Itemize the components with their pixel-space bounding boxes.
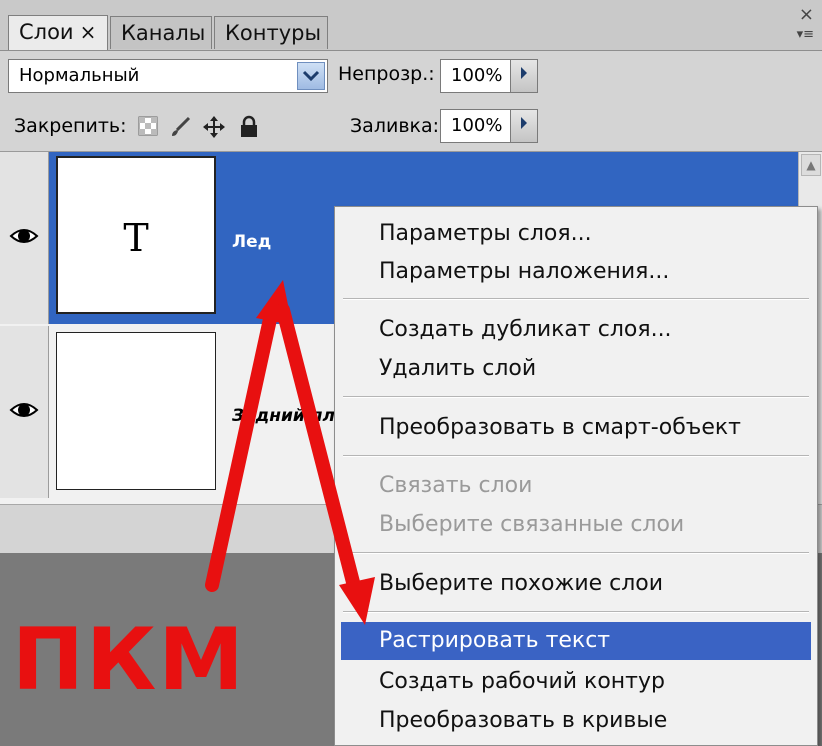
layer-name[interactable]: Задний пл xyxy=(232,406,335,426)
menu-item-layer-properties[interactable]: Параметры слоя... xyxy=(335,215,817,253)
eye-icon xyxy=(9,403,39,417)
panel-close-icon[interactable]: × xyxy=(797,4,814,25)
visibility-toggle[interactable] xyxy=(0,326,49,498)
chevron-down-icon[interactable] xyxy=(297,62,325,90)
menu-item-duplicate-layer[interactable]: Создать дубликат слоя... xyxy=(335,311,817,349)
opacity-label: Непрозр.: xyxy=(338,63,435,85)
fill-label: Заливка: xyxy=(350,115,440,137)
menu-separator xyxy=(343,611,809,613)
panel-menu-icon[interactable]: ▾≡ xyxy=(797,27,814,42)
panel-tab-bar: Слои × Каналы Контуры × ▾≡ xyxy=(0,0,822,51)
tab-paths[interactable]: Контуры xyxy=(214,16,328,49)
annotation-label: ПКМ xyxy=(12,610,246,710)
menu-separator xyxy=(343,552,809,554)
fill-arrow-icon[interactable] xyxy=(510,109,538,143)
layer-thumbnail xyxy=(56,332,216,490)
lock-label: Закрепить: xyxy=(14,115,127,137)
layer-thumbnail: T xyxy=(56,156,216,314)
menu-separator xyxy=(343,396,809,398)
menu-item-create-work-path[interactable]: Создать рабочий контур xyxy=(335,663,817,701)
tab-channels-label: Каналы xyxy=(121,21,206,45)
text-layer-icon: T xyxy=(123,216,149,260)
tab-layers[interactable]: Слои × xyxy=(8,15,108,50)
lock-transparency-icon[interactable] xyxy=(135,115,161,141)
blend-mode-value: Нормальный xyxy=(19,65,140,86)
menu-item-convert-to-shape[interactable]: Преобразовать в кривые xyxy=(335,702,817,740)
move-icon[interactable] xyxy=(201,115,227,141)
eye-icon xyxy=(9,229,39,243)
menu-item-delete-layer[interactable]: Удалить слой xyxy=(335,350,817,388)
tab-close-icon[interactable]: × xyxy=(80,20,97,44)
opacity-input[interactable]: 100% xyxy=(440,59,512,93)
tab-paths-label: Контуры xyxy=(225,21,322,45)
lock-row: Закрепить: Заливка: 100% xyxy=(0,101,822,152)
fill-input[interactable]: 100% xyxy=(440,109,512,143)
menu-item-convert-smart-object[interactable]: Преобразовать в смарт-объект xyxy=(335,409,817,447)
menu-item-blending-options[interactable]: Параметры наложения... xyxy=(335,253,817,291)
menu-separator xyxy=(343,298,809,300)
menu-separator xyxy=(343,455,809,457)
layer-name[interactable]: Лед xyxy=(232,232,271,252)
window-controls: × ▾≡ xyxy=(797,4,814,42)
lock-icon[interactable] xyxy=(236,115,262,141)
menu-item-select-linked: Выберите связанные слои xyxy=(379,512,685,537)
brush-icon[interactable] xyxy=(168,115,194,141)
tab-layers-label: Слои xyxy=(19,20,74,44)
opacity-arrow-icon[interactable] xyxy=(510,59,538,93)
scroll-up-icon[interactable]: ▲ xyxy=(801,154,821,176)
blend-row: Нормальный Непрозр.: 100% xyxy=(0,51,822,101)
menu-item-select-similar[interactable]: Выберите похожие слои xyxy=(335,565,817,603)
menu-item-link-layers: Связать слои xyxy=(379,473,533,498)
blend-mode-select[interactable]: Нормальный xyxy=(8,59,328,93)
visibility-toggle[interactable] xyxy=(0,152,49,324)
tab-channels[interactable]: Каналы xyxy=(110,16,212,49)
context-menu: Параметры слоя... Параметры наложения...… xyxy=(334,206,818,746)
menu-item-rasterize-type[interactable]: Растрировать текст xyxy=(341,622,811,660)
